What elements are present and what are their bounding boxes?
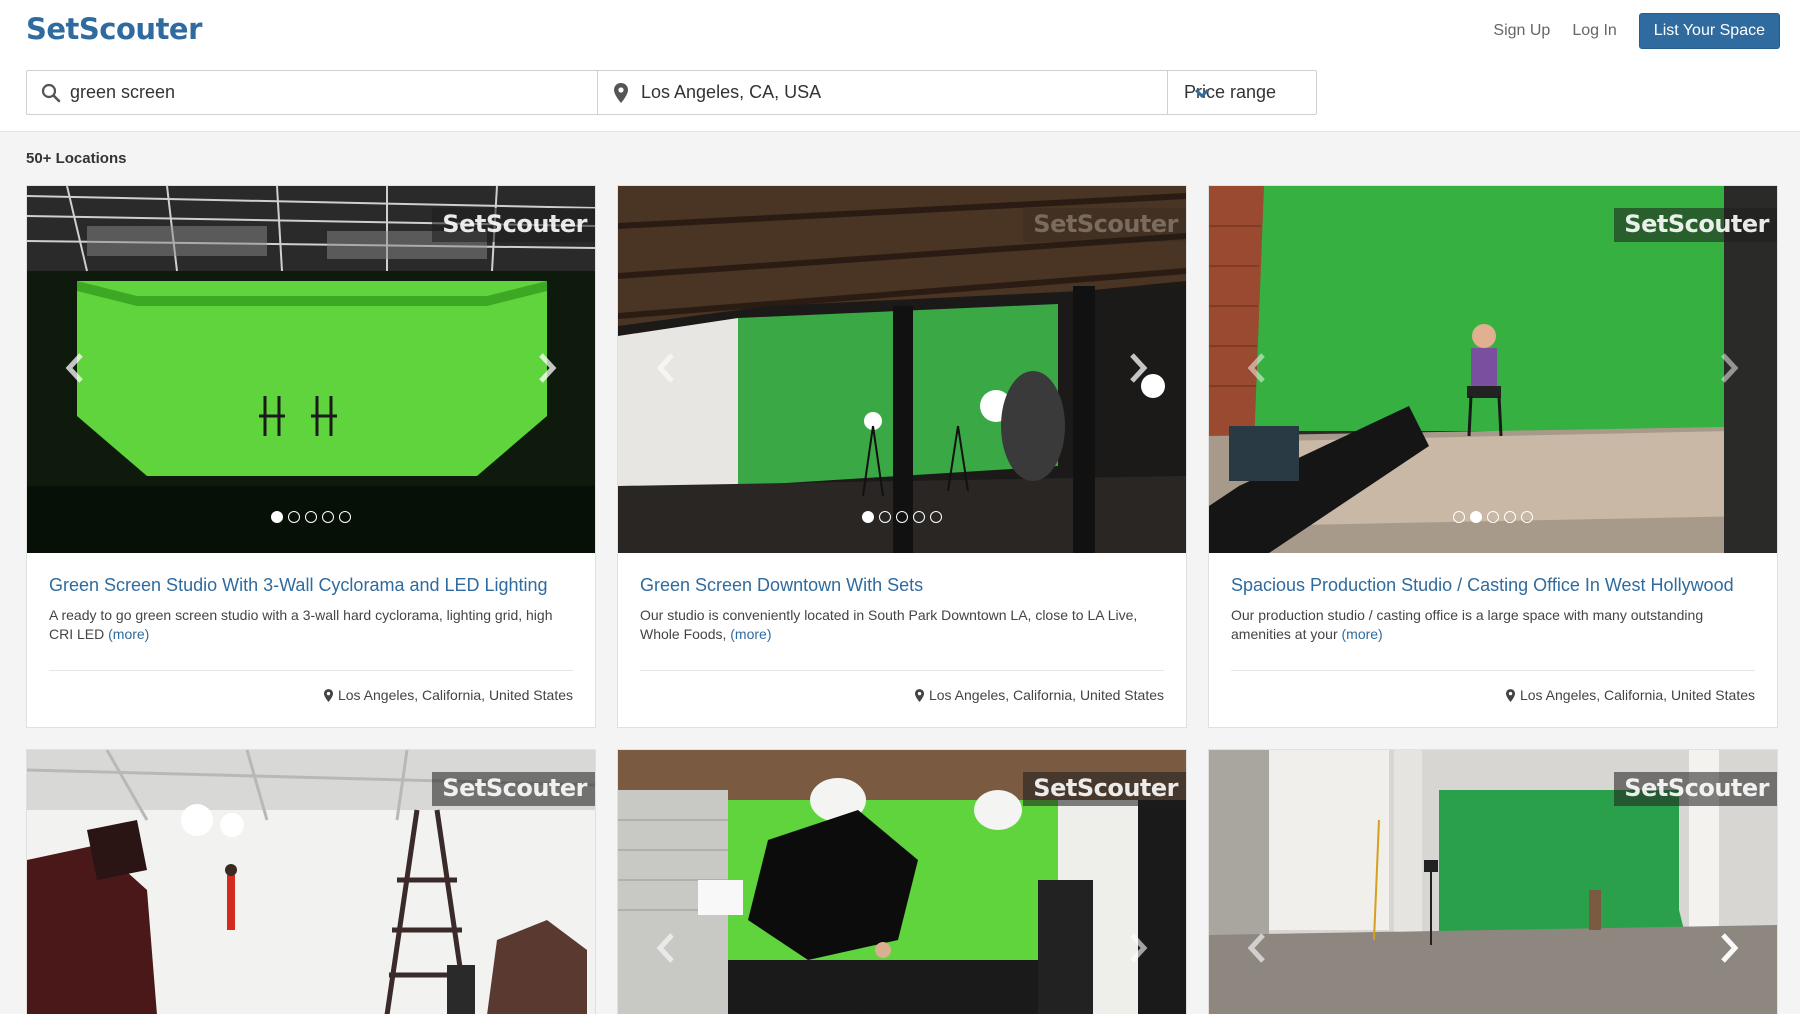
search-bar: Price range — [26, 70, 1317, 115]
header-nav: Sign Up Log In List Your Space — [1493, 13, 1780, 49]
chevron-left-icon — [1247, 933, 1265, 963]
listing-description-text: Our production studio / casting office i… — [1231, 607, 1704, 642]
chevron-right-icon — [1721, 353, 1739, 383]
next-photo-arrow[interactable] — [1120, 346, 1156, 390]
listing-photo-carousel[interactable]: SetScouter — [1209, 750, 1777, 1014]
map-pin-icon — [1505, 688, 1515, 702]
listing-description-text: Our studio is conveniently located in So… — [640, 607, 1138, 642]
divider — [1231, 670, 1755, 671]
listing-info: Green Screen Studio With 3-Wall Cycloram… — [27, 553, 595, 727]
carousel-dot[interactable] — [288, 511, 300, 523]
sign-up-link[interactable]: Sign Up — [1493, 22, 1550, 40]
listing-card[interactable]: SetScouter Green Screen Studio With 3-Wa… — [26, 185, 596, 728]
listing-card[interactable]: SetScouter — [617, 749, 1187, 1014]
listing-info: Green Screen Downtown With Sets Our stud… — [618, 553, 1186, 727]
next-photo-arrow[interactable] — [1120, 926, 1156, 970]
chevron-right-icon — [539, 353, 557, 383]
more-link[interactable]: (more) — [108, 626, 149, 642]
listing-photo-carousel[interactable]: SetScouter — [27, 750, 595, 1014]
watermark: SetScouter — [1614, 208, 1777, 242]
chevron-left-icon — [656, 933, 674, 963]
map-pin-icon — [914, 688, 924, 702]
carousel-dot[interactable] — [1470, 511, 1482, 523]
list-your-space-button[interactable]: List Your Space — [1638, 13, 1780, 49]
carousel-dot[interactable] — [1521, 511, 1533, 523]
carousel-dot[interactable] — [879, 511, 891, 523]
listing-info: Spacious Production Studio / Casting Off… — [1209, 553, 1777, 727]
carousel-dot[interactable] — [1504, 511, 1516, 523]
map-pin-icon — [323, 688, 333, 702]
listing-description: A ready to go green screen studio with a… — [49, 606, 573, 644]
watermark: SetScouter — [432, 772, 595, 806]
listing-card[interactable]: SetScouter Spacious Production Studio / … — [1208, 185, 1778, 728]
listing-location: Los Angeles, California, United States — [323, 687, 573, 703]
log-in-link[interactable]: Log In — [1572, 22, 1616, 40]
chevron-right-icon — [1130, 933, 1148, 963]
watermark: SetScouter — [1614, 772, 1777, 806]
results-count: 50+ Locations — [26, 150, 127, 167]
listing-location-text: Los Angeles, California, United States — [928, 687, 1164, 703]
listing-photo-carousel[interactable]: SetScouter — [618, 186, 1186, 553]
search-icon — [41, 83, 61, 103]
listing-card[interactable]: SetScouter — [26, 749, 596, 1014]
carousel-dot[interactable] — [305, 511, 317, 523]
chevron-right-icon — [1130, 353, 1148, 383]
divider — [640, 670, 1164, 671]
watermark: SetScouter — [432, 208, 595, 242]
divider — [49, 670, 573, 671]
map-pin-icon — [614, 83, 628, 103]
listing-title[interactable]: Green Screen Downtown With Sets — [640, 553, 1164, 596]
listing-title[interactable]: Green Screen Studio With 3-Wall Cycloram… — [49, 553, 573, 596]
search-input[interactable] — [27, 71, 597, 114]
price-range-dropdown[interactable]: Price range — [1168, 71, 1316, 114]
site-logo[interactable]: SetScouter — [26, 12, 202, 46]
chevron-down-icon — [1194, 88, 1210, 98]
listing-photo-carousel[interactable]: SetScouter — [27, 186, 595, 553]
next-photo-arrow[interactable] — [1711, 346, 1747, 390]
next-photo-arrow[interactable] — [529, 346, 565, 390]
more-link[interactable]: (more) — [730, 626, 771, 642]
carousel-dot[interactable] — [913, 511, 925, 523]
listing-location-text: Los Angeles, California, United States — [337, 687, 573, 703]
chevron-left-icon — [65, 353, 83, 383]
carousel-dot[interactable] — [896, 511, 908, 523]
listing-title[interactable]: Spacious Production Studio / Casting Off… — [1231, 553, 1755, 596]
previous-photo-arrow[interactable] — [648, 346, 684, 390]
listing-location: Los Angeles, California, United States — [1505, 687, 1755, 703]
chevron-left-icon — [1247, 353, 1265, 383]
previous-photo-arrow[interactable] — [648, 926, 684, 970]
previous-photo-arrow[interactable] — [57, 346, 93, 390]
listing-location: Los Angeles, California, United States — [914, 687, 1164, 703]
chevron-left-icon — [656, 353, 674, 383]
chevron-right-icon — [1721, 933, 1739, 963]
carousel-dot[interactable] — [339, 511, 351, 523]
location-segment — [598, 71, 1168, 114]
listing-card[interactable]: SetScouter — [1208, 749, 1778, 1014]
listing-description: Our studio is conveniently located in So… — [640, 606, 1164, 644]
listing-photo-carousel[interactable]: SetScouter — [618, 750, 1186, 1014]
site-header: SetScouter Sign Up Log In List Your Spac… — [0, 0, 1800, 132]
carousel-dots — [618, 511, 1186, 523]
carousel-dot[interactable] — [1487, 511, 1499, 523]
carousel-dot[interactable] — [322, 511, 334, 523]
carousel-dot[interactable] — [862, 511, 874, 523]
watermark: SetScouter — [1023, 772, 1186, 806]
watermark: SetScouter — [1023, 208, 1186, 242]
carousel-dot[interactable] — [930, 511, 942, 523]
carousel-dots — [27, 511, 595, 523]
carousel-dot[interactable] — [1453, 511, 1465, 523]
carousel-dot[interactable] — [271, 511, 283, 523]
carousel-dots — [1209, 511, 1777, 523]
previous-photo-arrow[interactable] — [1239, 926, 1275, 970]
next-photo-arrow[interactable] — [1711, 926, 1747, 970]
more-link[interactable]: (more) — [1342, 626, 1383, 642]
previous-photo-arrow[interactable] — [1239, 346, 1275, 390]
listing-card[interactable]: SetScouter Green Screen Downtown With Se… — [617, 185, 1187, 728]
listing-description: Our production studio / casting office i… — [1231, 606, 1755, 644]
location-input[interactable] — [598, 71, 1167, 114]
listing-location-text: Los Angeles, California, United States — [1519, 687, 1755, 703]
search-term-segment — [27, 71, 598, 114]
listing-photo-carousel[interactable]: SetScouter — [1209, 186, 1777, 553]
